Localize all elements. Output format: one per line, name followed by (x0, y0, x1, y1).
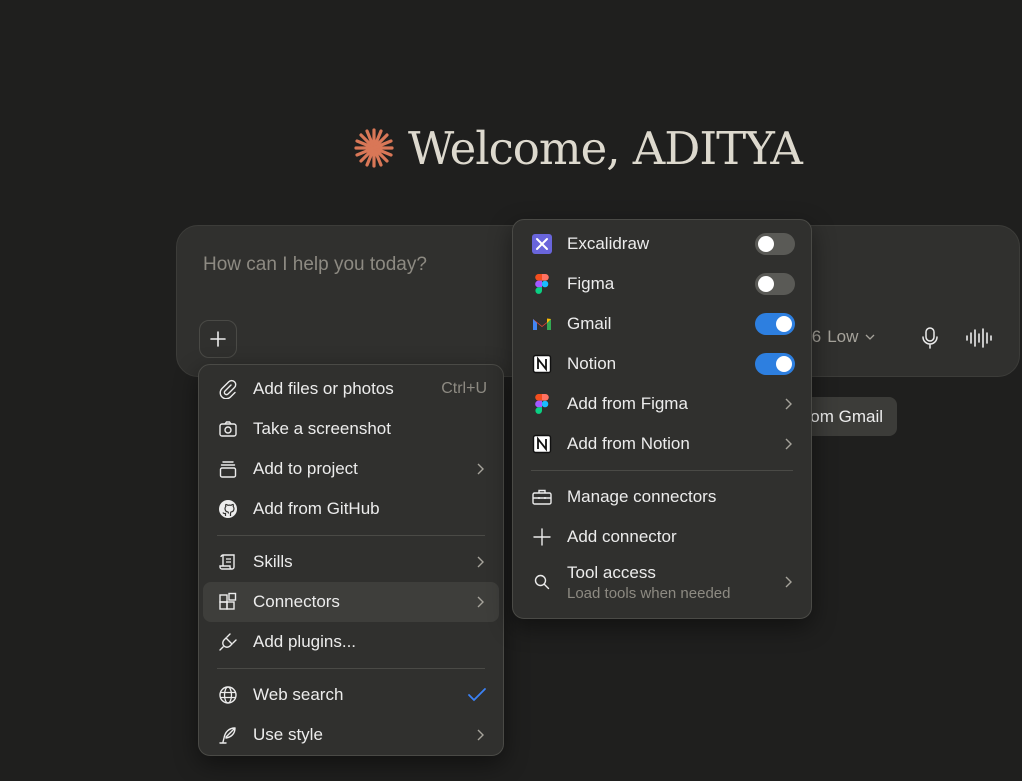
menu-item-take-screenshot[interactable]: Take a screenshot (203, 409, 499, 449)
menu-divider (217, 535, 485, 536)
menu-item-web-search[interactable]: Web search (203, 675, 499, 715)
connector-excalidraw: Excalidraw (517, 224, 807, 264)
menu-item-tool-access[interactable]: Tool access Load tools when needed (517, 557, 807, 607)
waveform-icon (966, 328, 992, 348)
menu-item-add-from-figma[interactable]: Add from Figma (517, 384, 807, 424)
menu-item-add-from-github[interactable]: Add from GitHub (203, 489, 499, 529)
menu-divider (217, 668, 485, 669)
prompt-input[interactable]: How can I help you today? (203, 254, 427, 276)
model-selector[interactable]: .6 Low (807, 327, 876, 347)
toolbox-icon (531, 486, 553, 508)
chevron-right-icon (785, 398, 792, 410)
voice-mode-button[interactable] (965, 326, 993, 355)
figma-logo-icon (531, 273, 553, 295)
page-title: Welcome, ADITYA (408, 121, 803, 175)
notion-logo-icon (531, 353, 553, 375)
chevron-right-icon (477, 729, 484, 741)
connectors-submenu: Excalidraw Figma Gmail Notion Add from F… (512, 219, 812, 619)
chevron-right-icon (477, 463, 484, 475)
menu-divider (531, 470, 793, 471)
gmail-toggle[interactable] (755, 313, 795, 335)
camera-icon (217, 418, 239, 440)
chevron-right-icon (785, 438, 792, 450)
github-icon (217, 498, 239, 520)
search-icon (531, 571, 553, 593)
chevron-right-icon (477, 596, 484, 608)
tool-access-description: Load tools when needed (567, 584, 731, 602)
paperclip-icon (217, 378, 239, 400)
menu-item-add-to-project[interactable]: Add to project (203, 449, 499, 489)
menu-item-connectors[interactable]: Connectors (203, 582, 499, 622)
project-stack-icon (217, 458, 239, 480)
welcome-header: Welcome, ADITYA (352, 116, 803, 180)
microphone-icon (922, 327, 938, 349)
figma-toggle[interactable] (755, 273, 795, 295)
scroll-icon (217, 551, 239, 573)
tool-access-label: Tool access (567, 562, 656, 582)
menu-item-add-plugins[interactable]: Add plugins... (203, 622, 499, 662)
microphone-button[interactable] (919, 326, 941, 355)
plug-icon (217, 631, 239, 653)
plus-icon (210, 331, 226, 347)
checkmark-icon (468, 688, 486, 702)
connector-notion: Notion (517, 344, 807, 384)
menu-item-add-connector[interactable]: Add connector (517, 517, 807, 557)
excalidraw-logo-icon (531, 233, 553, 255)
connector-figma: Figma (517, 264, 807, 304)
excalidraw-toggle[interactable] (755, 233, 795, 255)
add-attachment-button[interactable] (199, 320, 237, 358)
menu-item-use-style[interactable]: Use style (203, 715, 499, 755)
chevron-right-icon (477, 556, 484, 568)
feather-pen-icon (217, 724, 239, 746)
globe-icon (217, 684, 239, 706)
menu-item-skills[interactable]: Skills (203, 542, 499, 582)
figma-logo-icon (531, 393, 553, 415)
connectors-blocks-icon (217, 591, 239, 613)
chip-label: om Gmail (810, 406, 883, 426)
notion-logo-icon (531, 433, 553, 455)
menu-item-manage-connectors[interactable]: Manage connectors (517, 477, 807, 517)
chevron-right-icon (785, 576, 792, 588)
sparkle-logo-icon (354, 128, 394, 168)
attach-menu: Add files or photos Ctrl+U Take a screen… (198, 364, 504, 756)
notion-toggle[interactable] (755, 353, 795, 375)
plus-icon (531, 526, 553, 548)
chevron-down-icon (865, 334, 875, 340)
connector-gmail: Gmail (517, 304, 807, 344)
gmail-logo-icon (531, 313, 553, 335)
effort-level: Low (827, 327, 859, 346)
shortcut-hint: Ctrl+U (441, 380, 487, 397)
menu-item-add-from-notion[interactable]: Add from Notion (517, 424, 807, 464)
menu-item-add-files[interactable]: Add files or photos Ctrl+U (203, 369, 499, 409)
